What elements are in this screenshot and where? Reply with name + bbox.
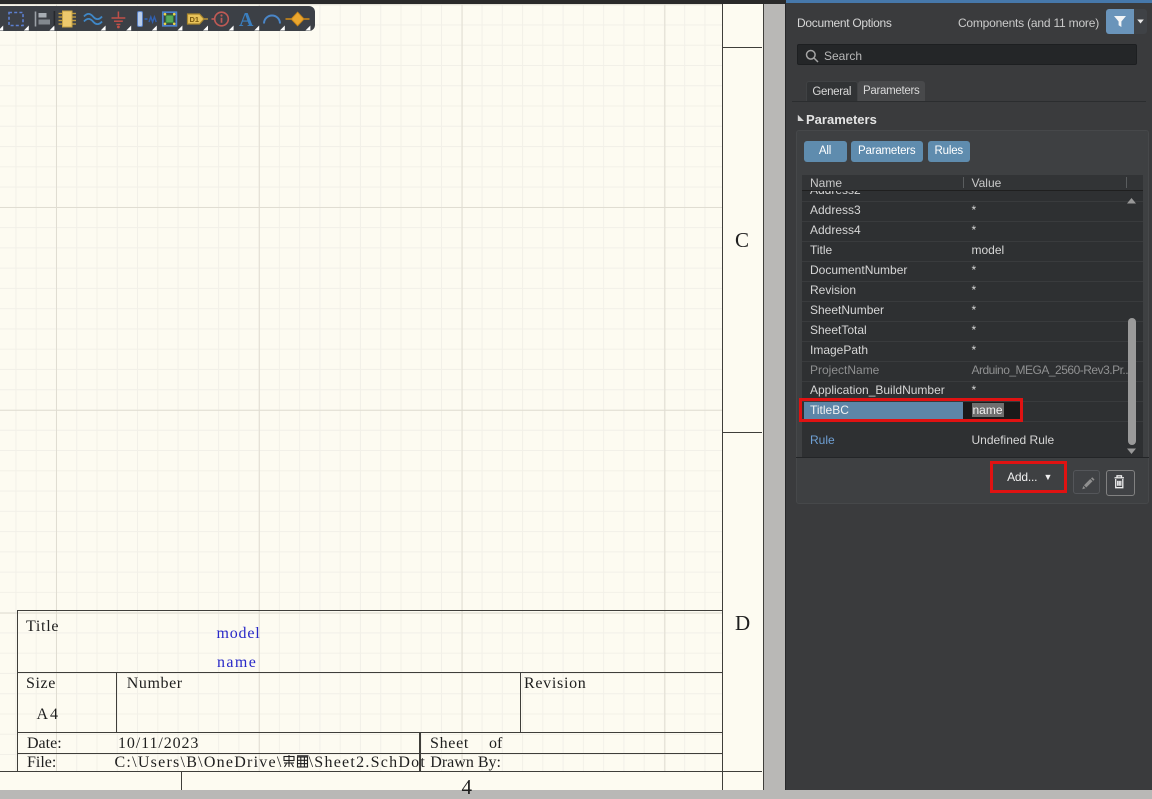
- svg-text:A: A: [239, 9, 254, 31]
- svg-text:D1: D1: [190, 15, 200, 24]
